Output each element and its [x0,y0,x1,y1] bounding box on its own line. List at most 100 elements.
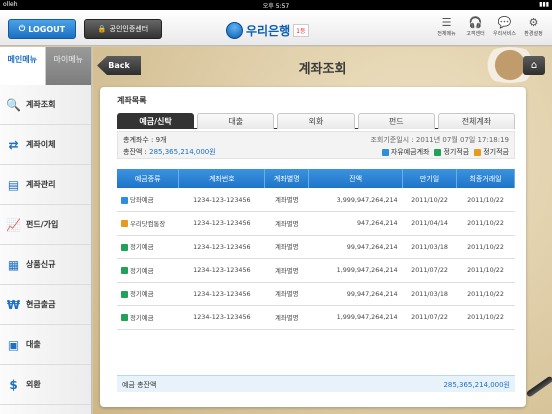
tab-foreign-currency[interactable]: 외화 [277,113,355,129]
certificate-center-button[interactable]: 🔒 공인인증센터 [84,19,162,39]
account-type-swatch-icon [121,267,128,275]
sidebar-item-account-manage[interactable]: ▤ 계좌관리 [0,165,91,205]
account-type-tabs: 예금/신탁 대출 외화 펀드 전체계좌 [117,113,516,129]
account-alias: 계좌별명 [264,188,309,212]
top-menu-woori-service[interactable]: 💬 우리서비스 [490,16,519,37]
col-header-type[interactable]: 예금종류 [117,169,180,188]
tab-all-accounts[interactable]: 전체계좌 [437,113,516,129]
account-alias: 계좌별명 [264,258,309,283]
sidebar-item-new-product[interactable]: ▦ 상품신규 [0,245,91,285]
col-header-last-transaction[interactable]: 최종거래일 [456,169,515,188]
tab-loan[interactable]: 대출 [197,113,275,129]
status-bar: olleh 오후 5:57 ▮▮▮ [0,0,552,10]
maturity-date: 2011/04/14 [402,211,457,236]
account-balance: 1,999,947,264,214 [308,305,403,330]
account-balance: 947,264,214 [308,211,403,236]
menu-icon: ☰ [441,16,452,29]
col-header-maturity[interactable]: 만기일 [402,169,458,188]
account-balance: 1,999,947,264,214 [308,258,403,283]
account-type-swatch-icon [121,220,128,228]
account-type: 당좌예금 [117,188,179,212]
table-header-row: 예금종류 계좌번호 계좌별명 잔액 만기일 최종거래일 [117,169,515,188]
table-row[interactable]: 정기예금 1234-123-123456 계좌별명 99,947,264,214… [117,282,515,306]
total-balance: 총잔액 : 285,365,214,000원 [123,148,216,156]
account-number: 1234-123-123456 [178,258,265,283]
last-transaction-date: 2011/10/22 [456,235,515,259]
title-bar: Back 계좌조회 ⌂ [93,47,552,87]
account-type-swatch-icon [121,314,128,322]
legend-item: 정기적금 [474,147,509,157]
bank-logo: 우리은행 1등 [226,21,309,39]
panel-heading: 계좌목록 [117,96,147,105]
tab-my-menu[interactable]: 마이메뉴 [45,47,91,85]
tab-main-menu[interactable]: 메인메뉴 [0,47,46,85]
last-transaction-date: 2011/10/22 [456,211,515,236]
table-row[interactable]: 정기예금 1234-123-123456 계좌별명 1,999,947,264,… [117,305,515,330]
account-type: 정기예금 [117,258,179,283]
lock-icon: 🔒 [97,25,107,33]
sidebar-item-transfer[interactable]: ⇄ 계좌이체 [0,125,91,165]
account-type: 정기예금 [117,235,179,259]
deposit-total-row: 예금 총잔액 285,365,214,000원 [117,375,515,392]
maturity-date: 2011/10/22 [402,188,457,212]
battery-icon: ▮▮▮ [539,1,549,8]
deposit-total-value: 285,365,214,000원 [443,381,510,389]
deposit-total-label: 예금 총잔액 [122,381,157,389]
clock: 오후 5:57 [262,3,290,10]
account-alias: 계좌별명 [264,282,309,306]
calendar-icon: ▦ [7,257,20,272]
sidebar-item-account-inquiry[interactable]: 🔍 계좌조회 [0,85,91,125]
logo-mark-icon [226,21,243,39]
col-header-balance[interactable]: 잔액 [308,169,404,188]
maturity-date: 2011/03/18 [402,282,457,306]
sidebar-item-fund[interactable]: 📈 펀드/가입 [0,205,91,245]
sidebar-item-loan[interactable]: ▣ 대출 [0,325,91,365]
account-balance: 3,999,947,264,214 [308,188,403,212]
logout-button[interactable]: ⏻ LOGOUT [8,19,76,39]
last-transaction-date: 2011/10/22 [456,188,515,212]
table-row[interactable]: 우리닷컴통장 1234-123-123456 계좌별명 947,264,214 … [117,211,515,236]
tab-fund[interactable]: 펀드 [357,113,435,129]
account-type: 정기예금 [117,305,179,330]
table-row[interactable]: 정기예금 1234-123-123456 계좌별명 99,947,264,214… [117,235,515,259]
top-menu-all[interactable]: ☰ 전체메뉴 [432,16,461,37]
account-type: 우리닷컴통장 [117,211,179,236]
app-header: ⏻ LOGOUT 🔒 공인인증센터 우리은행 1등 ☰ 전체메뉴 🎧 고객센터 … [0,10,552,46]
account-alias: 계좌별명 [264,305,309,330]
account-manage-icon: ▤ [7,177,20,192]
dollar-icon: $ [9,377,18,392]
cash-icon: ₩ [6,297,21,312]
legend-swatch-icon [474,148,482,156]
loan-icon: ▣ [7,337,20,352]
account-balance: 99,947,264,214 [308,282,403,306]
top-menu-settings[interactable]: ⚙ 환경설정 [519,16,548,37]
table-row[interactable]: 정기예금 1234-123-123456 계좌별명 1,999,947,264,… [117,258,515,283]
account-number: 1234-123-123456 [178,235,265,259]
sidebar-item-forex[interactable]: $ 외환 [0,365,91,405]
main-content: Back 계좌조회 ⌂ 계좌목록 예금/신탁 대출 외화 펀드 전체계좌 총계좌… [93,47,552,414]
maturity-date: 2011/07/22 [402,305,457,330]
account-balance: 99,947,264,214 [308,235,403,259]
sidebar-item-cash-withdraw[interactable]: ₩ 현금출금 [0,285,91,325]
transfer-icon: ⇄ [8,137,19,152]
legend-swatch-icon [381,148,389,156]
maturity-date: 2011/03/18 [402,235,457,259]
col-header-number[interactable]: 계좌번호 [178,169,266,188]
legend-swatch-icon [434,148,442,156]
sidebar-tabs: 메인메뉴 마이메뉴 [0,47,91,85]
pen-decoration [525,375,552,398]
table-row[interactable]: 당좌예금 1234-123-123456 계좌별명 3,999,947,264,… [117,188,515,212]
col-header-alias[interactable]: 계좌별명 [264,169,310,188]
tab-deposit-trust[interactable]: 예금/신탁 [117,113,195,129]
maturity-date: 2011/07/22 [402,258,457,283]
last-transaction-date: 2011/10/22 [456,258,515,283]
headset-icon: 🎧 [468,16,483,29]
last-transaction-date: 2011/10/22 [456,305,515,330]
accounts-table: 예금종류 계좌번호 계좌별명 잔액 만기일 최종거래일 당좌예금 1234-12… [117,169,515,330]
chat-icon: 💬 [497,16,512,29]
top-menu-customer-center[interactable]: 🎧 고객센터 [461,16,490,37]
account-number: 1234-123-123456 [178,305,265,330]
top-menu: ☰ 전체메뉴 🎧 고객센터 💬 우리서비스 ⚙ 환경설정 [432,16,548,37]
home-button[interactable]: ⌂ [523,56,545,75]
account-alias: 계좌별명 [264,211,309,236]
